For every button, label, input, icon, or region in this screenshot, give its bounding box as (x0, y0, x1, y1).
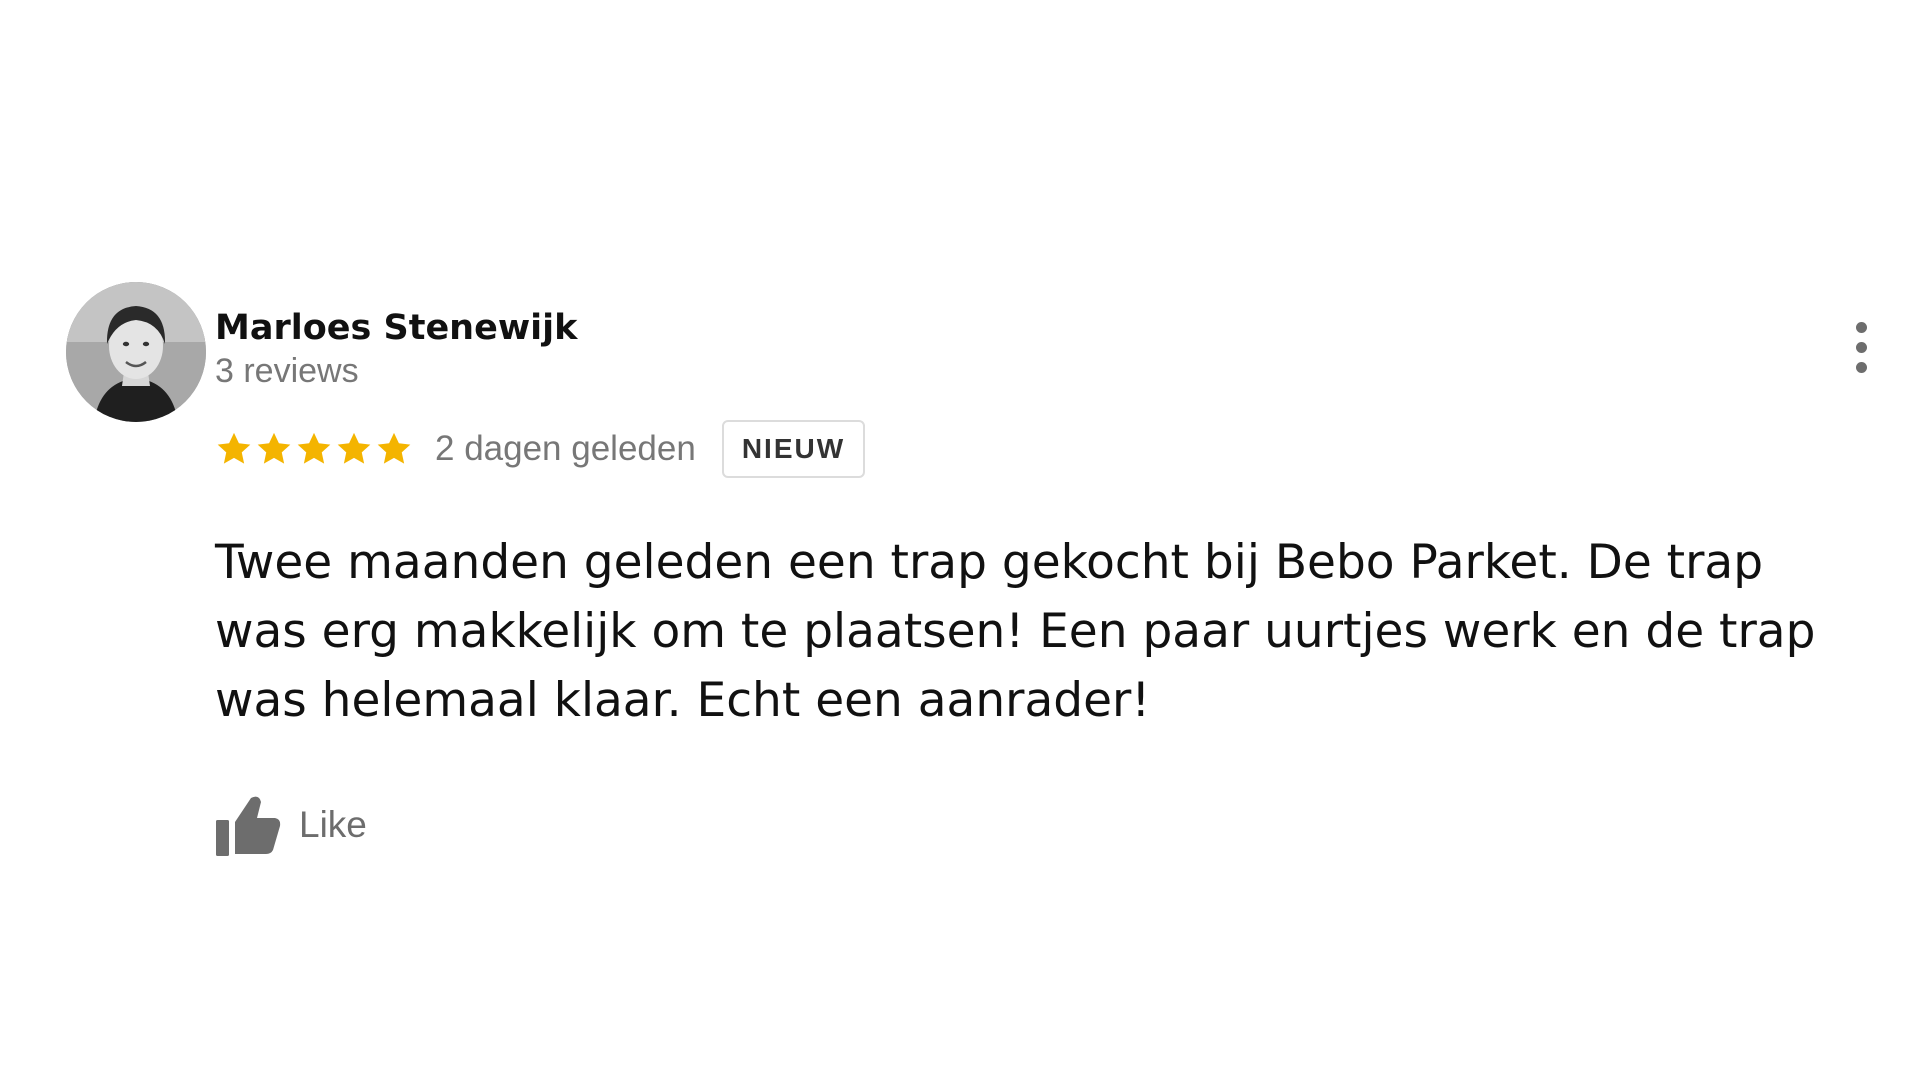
avatar[interactable] (66, 282, 206, 422)
author-name[interactable]: Marloes Stenewijk (215, 308, 577, 348)
review-date: 2 dagen geleden (435, 429, 696, 468)
star-icon (255, 430, 293, 468)
review-count[interactable]: 3 reviews (215, 352, 359, 391)
new-badge: NIEUW (721, 420, 866, 478)
review-card: Marloes Stenewijk 3 reviews 2 dagen gele… (0, 0, 1920, 1080)
like-button[interactable]: Like (215, 792, 367, 858)
review-meta: 2 dagen geleden NIEUW (215, 418, 866, 480)
star-icon (375, 430, 413, 468)
star-icon (215, 430, 253, 468)
review-text: Twee maanden geleden een trap gekocht bi… (215, 535, 1816, 728)
like-label: Like (299, 804, 367, 845)
more-vert-icon[interactable] (1848, 322, 1876, 374)
star-icon (295, 430, 333, 468)
star-icon (335, 430, 373, 468)
star-rating (215, 430, 413, 468)
thumbs-up-icon (215, 794, 281, 856)
